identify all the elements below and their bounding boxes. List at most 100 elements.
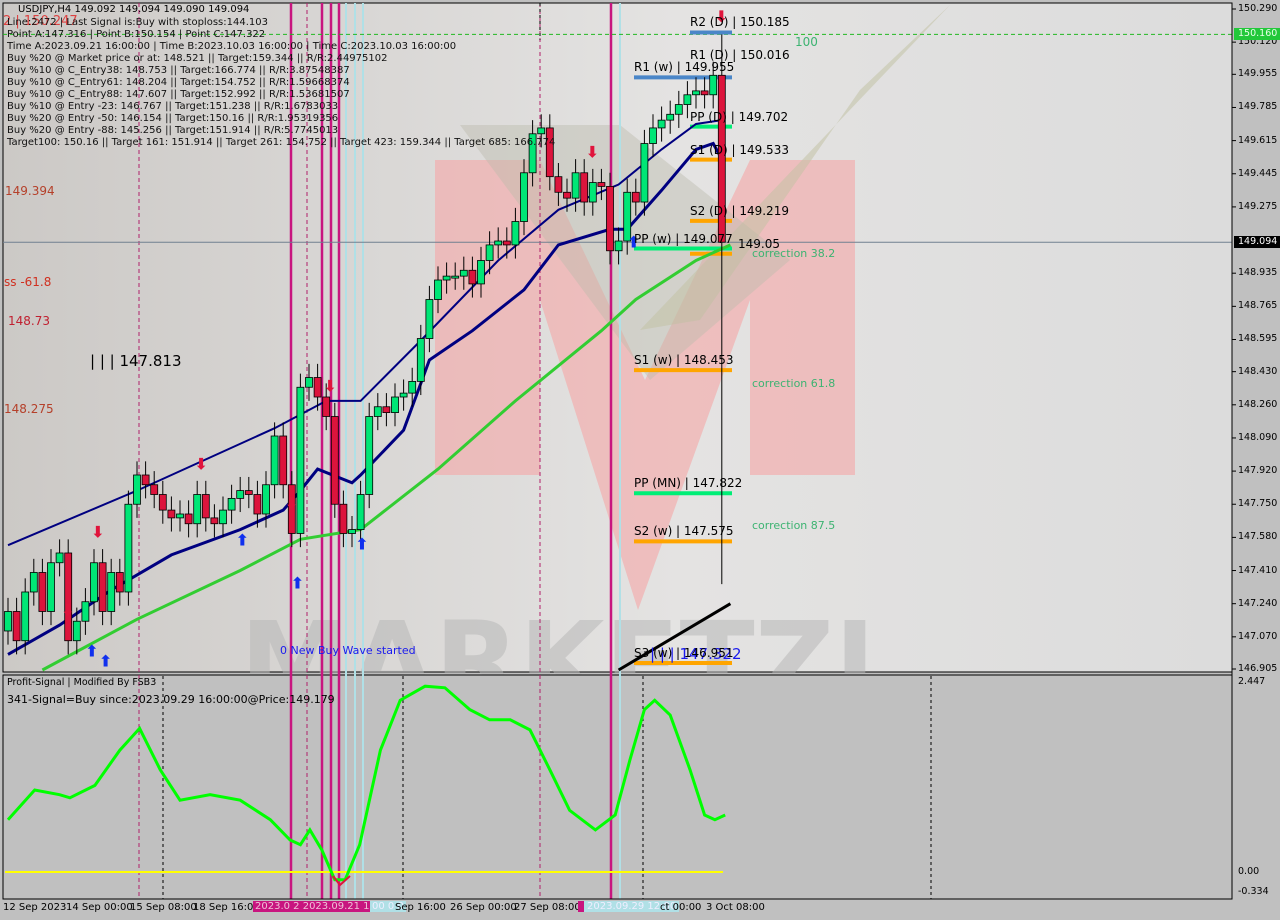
bearish-candle <box>210 517 219 525</box>
bullish-candle <box>649 127 657 144</box>
bullish-candle <box>485 244 494 261</box>
info-line: Buy %10 @ C_Entry61: 148.204 || Target:1… <box>7 77 350 88</box>
bullish-candle <box>520 172 528 222</box>
buy-arrow-icon: ⬆ <box>355 534 368 553</box>
time-label: 27 Sep 08:00 <box>514 902 581 913</box>
bullish-candle <box>588 182 597 203</box>
price-tick: 147.410 <box>1238 564 1278 576</box>
price-tick: 149.275 <box>1238 200 1278 212</box>
bullish-candle <box>4 611 12 632</box>
time-label: Sep 16:00 <box>395 902 446 913</box>
new-wave-label: 0 New Buy Wave started <box>280 644 416 657</box>
time-label: ct 00:00 <box>660 902 702 913</box>
bearish-candle <box>631 191 640 203</box>
osc-tick-top: 2.447 <box>1238 676 1266 687</box>
bullish-candle <box>193 494 202 525</box>
bearish-candle <box>554 176 563 193</box>
bullish-candle <box>674 104 683 115</box>
bullish-candle <box>425 299 434 339</box>
bearish-candle <box>279 435 288 486</box>
price-tick: 147.580 <box>1238 531 1278 543</box>
price-tick: 146.905 <box>1238 663 1278 674</box>
bearish-candle <box>150 484 159 495</box>
price-tick: 149.785 <box>1238 101 1278 113</box>
bullish-candle <box>365 416 374 495</box>
bearish-candle <box>38 572 47 612</box>
bullish-candle <box>434 279 442 300</box>
price-tick: 149.445 <box>1238 167 1278 179</box>
left-label-1: 149.394 <box>5 184 55 198</box>
bearish-candle <box>167 509 176 519</box>
left-label-2: ss -61.8 <box>4 275 52 289</box>
bearish-candle <box>98 562 107 612</box>
bullish-candle <box>459 269 468 277</box>
bullish-candle <box>451 275 460 279</box>
info-line: Buy %20 @ Entry -50: 146.154 || Target:1… <box>7 113 339 124</box>
pivot-label: S2 (w) | 147.575 <box>634 524 734 539</box>
price-tick: 147.920 <box>1238 465 1278 477</box>
time-label: 18 Sep 16:00 <box>193 902 260 913</box>
bullish-candle <box>262 484 270 515</box>
bearish-candle <box>201 494 210 519</box>
bullish-candle <box>305 377 313 388</box>
pivot-label: S1 (w) | 148.453 <box>634 353 734 368</box>
info-line: Buy %10 @ C_Entry38: 148.753 || Target:1… <box>7 65 350 76</box>
bearish-candle <box>606 186 614 252</box>
price-tick: 148.765 <box>1238 300 1278 312</box>
bullish-candle <box>709 74 718 96</box>
price-tick: 148.595 <box>1238 333 1278 345</box>
bearish-candle <box>12 611 21 642</box>
bullish-candle <box>494 240 503 246</box>
correction-87-label: correction 87.5 <box>752 519 836 532</box>
sell-arrow-icon: ⬇ <box>285 493 298 512</box>
pivot-label: S3 (w) | 146.951 <box>634 646 734 661</box>
bullish-candle <box>537 127 546 135</box>
buy-arrow-icon: ⬆ <box>85 642 98 661</box>
sell-arrow-icon: ⬇ <box>195 454 208 473</box>
oscillator-signal-text: 341-Signal=Buy since:2023.09.29 16:00:00… <box>7 693 335 706</box>
bullish-candle <box>55 552 64 564</box>
bearish-candle <box>502 240 511 246</box>
time-label: 14 Sep 00:00 <box>66 902 133 913</box>
bullish-candle <box>356 494 365 530</box>
buy-arrow-icon: ⬆ <box>236 531 249 550</box>
time-label: 12 Sep 2023 <box>3 902 67 913</box>
info-line: Buy %10 @ C_Entry88: 147.607 || Target:1… <box>7 89 350 100</box>
bullish-candle <box>511 221 520 246</box>
bullish-candle <box>391 396 399 414</box>
pivot-label: PP (MN) | 147.822 <box>634 476 743 491</box>
bearish-candle <box>158 494 167 511</box>
buy-arrow-icon: ⬆ <box>291 573 304 592</box>
bullish-candle <box>47 562 55 612</box>
bullish-candle <box>692 90 700 96</box>
osc-tick-bottom: -0.334 <box>1238 886 1269 897</box>
bullish-candle <box>176 513 184 519</box>
trading-chart-window: MARKETZI ⬇ ⬇ ⬇ ⬇ ⬇ ⬇ ⬇ ⬆ ⬆ ⬆ ⬆ ⬆ ⬆ USDJPY,H4 149.092… <box>0 0 1280 920</box>
bullish-candle <box>683 94 692 105</box>
bullish-candle <box>477 260 485 285</box>
left-label-4: 148.275 <box>4 402 54 416</box>
bullish-candle <box>107 572 116 612</box>
sell-arrow-icon: ⬇ <box>91 523 104 542</box>
bullish-candle <box>21 591 30 642</box>
left-label-3: 148.73 <box>8 314 50 328</box>
buy-arrow-icon: ⬆ <box>99 651 112 670</box>
info-line: Buy %10 @ Entry -23: 146.767 || Target:1… <box>7 101 339 112</box>
info-line: Buy %20 @ Entry -88: 145.256 || Target:1… <box>7 125 339 136</box>
bullish-candle <box>236 490 245 499</box>
info-line: Line:2472 | Last Signal is:Buy with stop… <box>7 17 268 28</box>
pivot-label: PP (w) | 149.077 <box>634 231 733 246</box>
bullish-candle <box>81 601 90 622</box>
price-tick: 148.090 <box>1238 431 1278 443</box>
bullish-candle <box>442 275 451 281</box>
pivot-label: S2 (D) | 149.219 <box>690 203 789 218</box>
bullish-candle <box>270 435 279 486</box>
bearish-candle <box>563 191 571 199</box>
bullish-candle <box>640 143 649 203</box>
bullish-candle <box>614 240 623 252</box>
bearish-candle <box>115 572 124 593</box>
bearish-candle <box>244 490 253 495</box>
bearish-candle <box>322 396 331 417</box>
time-label: 15 Sep 08:00 <box>130 902 197 913</box>
bearish-candle <box>382 406 391 414</box>
